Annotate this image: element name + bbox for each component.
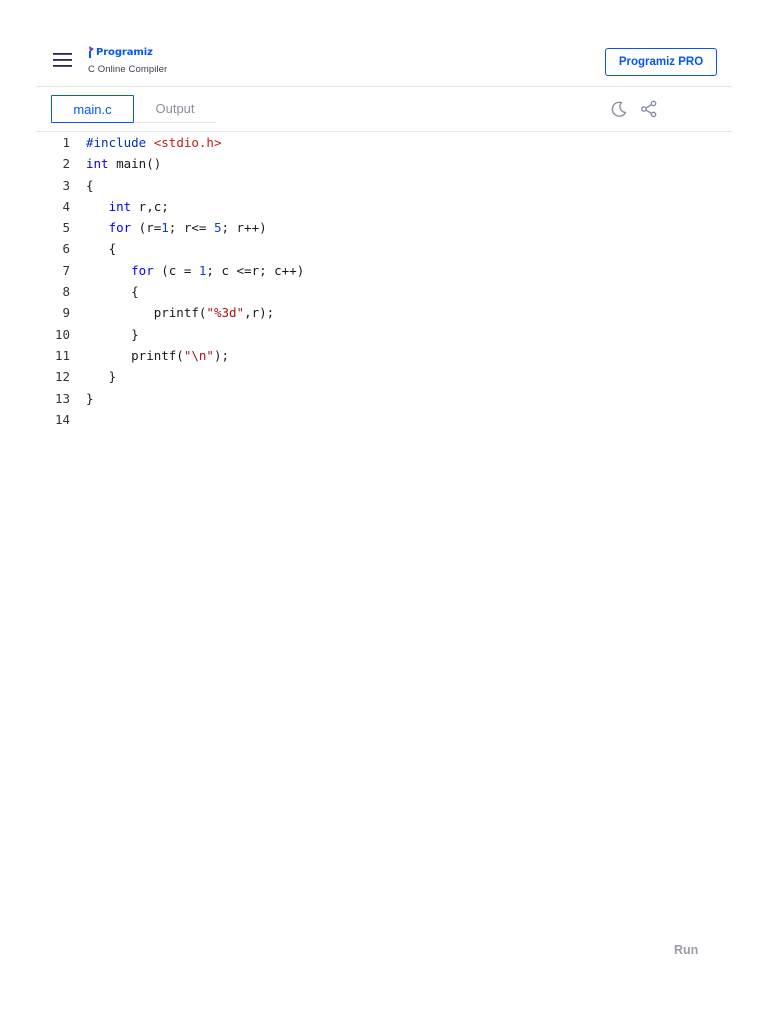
line-number: 11: [54, 347, 70, 363]
moon-icon[interactable]: [610, 100, 628, 118]
editor-tabbar: main.c Output: [36, 87, 732, 132]
programiz-logo-icon: [89, 46, 94, 58]
code-text[interactable]: {: [86, 175, 94, 196]
code-line[interactable]: 12 }: [36, 366, 732, 387]
code-line[interactable]: 2 int main(): [36, 153, 732, 174]
tab-output[interactable]: Output: [134, 95, 216, 123]
code-text[interactable]: printf("\n");: [86, 345, 229, 366]
line-number: 13: [54, 390, 70, 406]
code-text[interactable]: }: [86, 366, 117, 387]
programiz-pro-button[interactable]: Programiz PRO: [605, 48, 717, 76]
code-text[interactable]: for (r=1; r<= 5; r++): [86, 217, 267, 238]
code-line[interactable]: 3{: [36, 175, 732, 196]
line-number: 9: [62, 305, 70, 321]
line-number: 12: [54, 369, 70, 385]
run-button[interactable]: Run: [674, 943, 698, 957]
hamburger-menu-icon[interactable]: [53, 52, 72, 68]
line-number: 3: [62, 177, 70, 193]
code-text[interactable]: {: [86, 281, 139, 302]
line-number: 2: [62, 156, 70, 172]
compiler-page: Programiz C Online Compiler Programiz PR…: [0, 0, 768, 1024]
line-number: 10: [54, 326, 70, 342]
code-line[interactable]: 14: [36, 409, 732, 430]
code-text[interactable]: printf("%3d",r);: [86, 302, 274, 323]
code-text[interactable]: for (c = 1; c <=r; c++): [86, 260, 304, 281]
code-line[interactable]: 9 printf("%3d",r);: [36, 302, 732, 323]
code-text[interactable]: #include <stdio.h>: [86, 132, 221, 153]
code-line[interactable]: 1 #include <stdio.h>: [36, 132, 732, 153]
tab-main-c[interactable]: main.c: [51, 95, 134, 123]
line-number: 14: [54, 411, 70, 427]
code-text[interactable]: int main(): [86, 153, 161, 174]
code-line[interactable]: 5 for (r=1; r<= 5; r++): [36, 217, 732, 238]
programiz-logo[interactable]: Programiz C Online Compiler: [88, 44, 167, 84]
code-line[interactable]: 7 for (c = 1; c <=r; c++): [36, 260, 732, 281]
code-line[interactable]: 4 int r,c;: [36, 196, 732, 217]
app-header: Programiz C Online Compiler Programiz PR…: [36, 36, 732, 87]
code-text[interactable]: int r,c;: [86, 196, 169, 217]
line-number: 8: [62, 284, 70, 300]
line-number: 1: [62, 135, 70, 150]
code-line[interactable]: 11 printf("\n");: [36, 345, 732, 366]
line-number: 5: [62, 220, 70, 236]
code-text[interactable]: }: [86, 324, 139, 345]
line-number: 7: [62, 262, 70, 278]
compiler-subtitle: C Online Compiler: [88, 64, 168, 75]
share-icon[interactable]: [640, 100, 658, 118]
code-editor[interactable]: 1 #include <stdio.h> 2 int main() 3{4 int r,…: [36, 132, 732, 430]
code-line[interactable]: 8 {: [36, 281, 732, 302]
code-line[interactable]: 13}: [36, 388, 732, 409]
brand-name: Programiz: [96, 46, 153, 58]
line-number: 6: [62, 241, 70, 257]
code-line[interactable]: 10 }: [36, 324, 732, 345]
line-number: 4: [62, 198, 70, 214]
code-text[interactable]: {: [86, 238, 117, 259]
code-line[interactable]: 6 {: [36, 238, 732, 259]
code-text[interactable]: }: [86, 388, 94, 409]
